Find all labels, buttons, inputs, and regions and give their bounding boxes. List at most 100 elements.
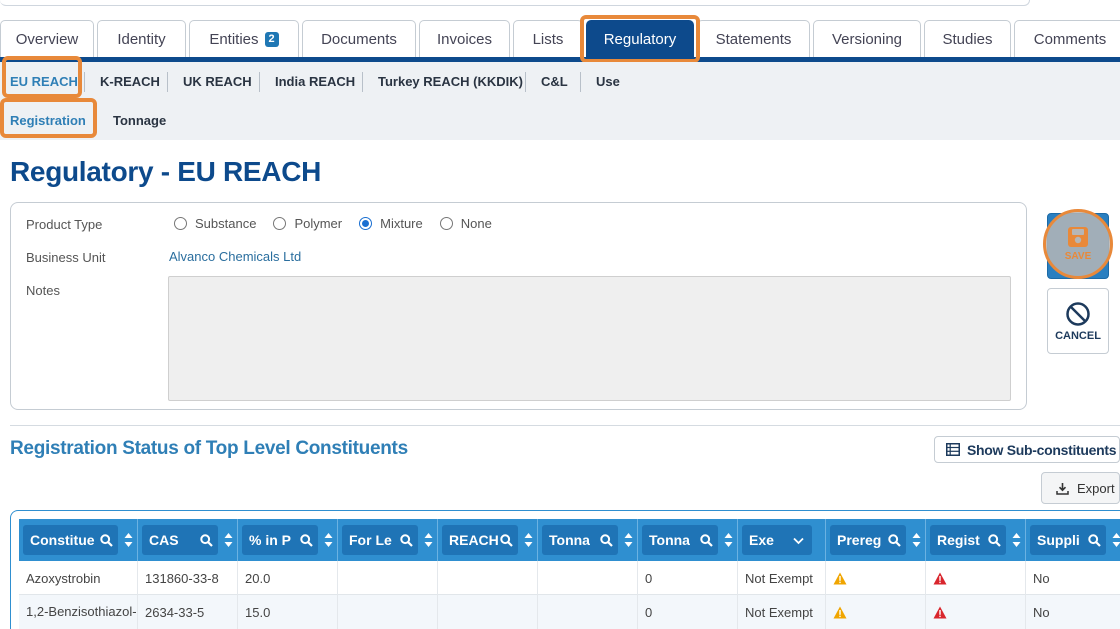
search-icon <box>400 534 413 547</box>
tab-entities[interactable]: Entities 2 <box>189 20 299 57</box>
subnav-separator <box>580 72 581 92</box>
floppy-disk-icon <box>1068 227 1088 247</box>
cell-registration <box>926 595 1026 629</box>
sort-icon[interactable] <box>324 532 333 548</box>
tab-lists[interactable]: Lists <box>513 20 583 57</box>
cell-tonnage-1 <box>538 561 638 595</box>
sort-icon[interactable] <box>124 532 133 548</box>
search-icon <box>700 534 713 547</box>
header-cas[interactable]: CAS <box>138 519 238 561</box>
show-sub-constituents-label: Show Sub-constituents <box>967 441 1117 458</box>
top-search-edge <box>0 0 1030 6</box>
radio-polymer[interactable]: Polymer <box>273 216 342 231</box>
subnav-use[interactable]: Use <box>596 72 620 92</box>
header-for-legal[interactable]: For Le <box>338 519 438 561</box>
tab-studies[interactable]: Studies <box>924 20 1011 57</box>
save-label: SAVE <box>1064 251 1092 262</box>
radio-label: Polymer <box>294 216 343 231</box>
cancel-button[interactable]: CANCEL <box>1047 288 1109 354</box>
subnav2-registration[interactable]: Registration <box>10 111 86 131</box>
sort-icon[interactable] <box>912 532 921 548</box>
sort-icon[interactable] <box>524 532 533 548</box>
header-filter[interactable]: Suppli <box>1030 525 1106 555</box>
header-filter[interactable]: REACH <box>442 525 518 555</box>
header-constituent[interactable]: Constitue <box>19 519 138 561</box>
tab-regulatory[interactable]: Regulatory <box>586 20 694 57</box>
radio-circle[interactable] <box>439 217 453 230</box>
header-label: Suppli <box>1037 532 1080 548</box>
header-supplier[interactable]: Suppli <box>1026 519 1120 561</box>
header-filter[interactable]: For Le <box>342 525 418 555</box>
cell-exempt: Not Exempt <box>738 561 826 595</box>
sort-icon[interactable] <box>224 532 233 548</box>
tab-documents[interactable]: Documents <box>302 20 416 57</box>
save-button-highlight[interactable]: SAVE <box>1043 209 1113 279</box>
subnav-uk-reach[interactable]: UK REACH <box>183 72 252 92</box>
header-registration[interactable]: Regist <box>926 519 1026 561</box>
cell-prereg <box>826 561 926 595</box>
error-icon <box>933 572 947 584</box>
notes-textarea[interactable] <box>168 276 1011 401</box>
table-row[interactable]: Azoxystrobin 131860-33-8 20.0 0 Not Exem… <box>19 561 1120 595</box>
sort-icon[interactable] <box>424 532 433 548</box>
tab-label: Comments <box>1033 30 1107 48</box>
radio-circle[interactable] <box>273 217 287 230</box>
tab-label: Overview <box>15 30 79 48</box>
header-reach[interactable]: REACH <box>438 519 538 561</box>
tab-overview[interactable]: Overview <box>0 20 94 57</box>
export-button[interactable]: Export <box>1041 472 1120 504</box>
header-label: Tonna <box>549 532 590 548</box>
cell-tonnage-1 <box>538 595 638 629</box>
chevron-down-icon <box>793 537 804 545</box>
header-filter[interactable]: Constitue <box>23 525 118 555</box>
radio-circle-selected[interactable] <box>359 217 373 230</box>
sort-icon[interactable] <box>1112 532 1120 548</box>
sort-icon[interactable] <box>724 532 733 548</box>
header-dropdown[interactable]: Exe <box>742 525 812 555</box>
radio-none[interactable]: None <box>439 216 492 231</box>
subnav2-tonnage[interactable]: Tonnage <box>113 111 166 131</box>
header-filter[interactable]: CAS <box>142 525 218 555</box>
header-label: Exe <box>749 532 774 548</box>
cell-percent: 20.0 <box>238 561 338 595</box>
header-label: For Le <box>349 532 392 548</box>
header-tonnage-2[interactable]: Tonna <box>638 519 738 561</box>
cell-supplier: No <box>1033 604 1050 620</box>
header-filter[interactable]: Regist <box>930 525 1006 555</box>
tab-comments[interactable]: Comments <box>1014 20 1120 57</box>
subnav-k-reach[interactable]: K-REACH <box>100 72 160 92</box>
tab-invoices[interactable]: Invoices <box>419 20 510 57</box>
radio-circle[interactable] <box>174 217 187 230</box>
radio-mixture[interactable]: Mixture <box>359 216 423 231</box>
header-filter[interactable]: Prereg <box>830 525 906 555</box>
show-sub-constituents-button[interactable]: Show Sub-constituents <box>934 436 1120 463</box>
header-prereg[interactable]: Prereg <box>826 519 926 561</box>
subnav-cl[interactable]: C&L <box>541 72 568 92</box>
search-icon <box>988 534 1001 547</box>
header-exempt[interactable]: Exe <box>738 519 826 561</box>
sort-icon[interactable] <box>624 532 633 548</box>
subnav-india-reach[interactable]: India REACH <box>275 72 355 92</box>
header-percent-in-product[interactable]: % in P <box>238 519 338 561</box>
entities-count-badge: 2 <box>264 31 279 47</box>
tab-versioning[interactable]: Versioning <box>813 20 921 57</box>
header-filter[interactable]: % in P <box>242 525 318 555</box>
header-tonnage-1[interactable]: Tonna <box>538 519 638 561</box>
radio-substance[interactable]: Substance <box>174 216 256 231</box>
product-type-label: Product Type <box>26 217 103 232</box>
cell-cas: 2634-33-5 <box>138 595 238 629</box>
table-row[interactable]: 1,2-Benzisothiazol- 2634-33-5 15.0 0 Not… <box>19 595 1120 629</box>
subnav-eu-reach[interactable]: EU REACH <box>10 72 78 92</box>
header-filter[interactable]: Tonna <box>642 525 718 555</box>
sort-icon[interactable] <box>1012 532 1021 548</box>
subnav-turkey-reach[interactable]: Turkey REACH (KKDIK) <box>378 72 523 92</box>
tab-identity[interactable]: Identity <box>97 20 186 57</box>
tab-statements[interactable]: Statements <box>697 20 810 57</box>
error-icon <box>933 606 947 618</box>
header-filter[interactable]: Tonna <box>542 525 618 555</box>
search-icon <box>888 534 901 547</box>
business-unit-link[interactable]: Alvanco Chemicals Ltd <box>169 249 301 264</box>
notes-label: Notes <box>26 283 60 298</box>
cell-reach <box>438 595 538 629</box>
cell-registration <box>926 561 1026 595</box>
